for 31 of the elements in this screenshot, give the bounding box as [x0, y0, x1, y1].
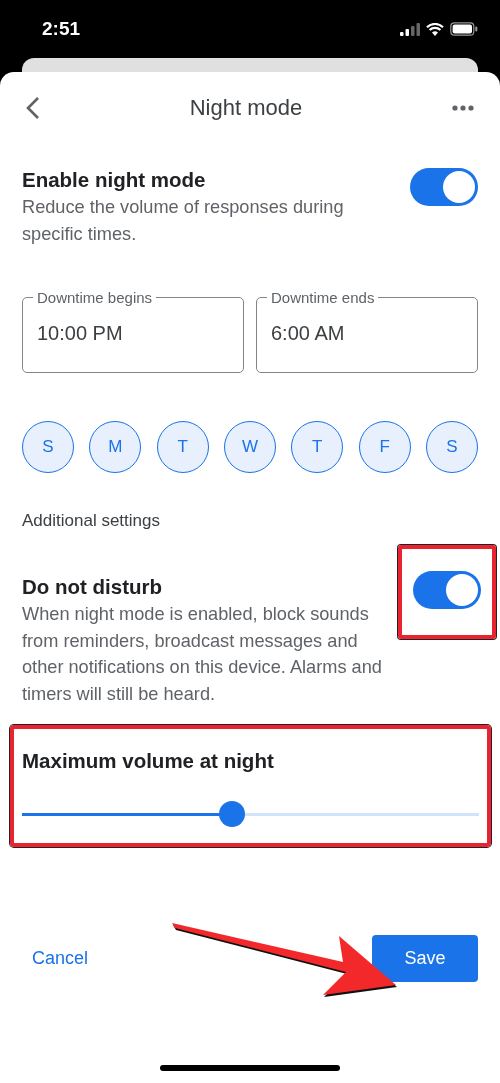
slider-thumb[interactable]: [219, 801, 246, 827]
status-time: 2:51: [42, 18, 81, 40]
field-label: Downtime begins: [36, 289, 154, 306]
toggle-switch[interactable]: [413, 571, 481, 609]
battery-icon: [450, 22, 478, 36]
more-icon: [452, 105, 474, 111]
back-icon: [26, 96, 40, 120]
day-toggle[interactable]: T: [291, 421, 344, 473]
setting-description: When night mode is enabled, block sounds from reminders, broadcast messages and other notifications on this device. Alarms and timers will still be heard.: [22, 603, 383, 706]
save-button[interactable]: Save: [372, 935, 478, 982]
section-heading: Additional settings: [22, 511, 161, 531]
signal-icon: [400, 22, 420, 36]
time-field[interactable]: Downtime begins 10:00 PM: [22, 289, 244, 373]
time-field[interactable]: Downtime ends 6:00 AM: [256, 289, 478, 373]
field-label: Downtime ends: [270, 289, 376, 306]
day-toggle[interactable]: S: [22, 421, 74, 473]
day-toggle[interactable]: M: [89, 421, 142, 473]
toggle-switch[interactable]: [410, 168, 478, 206]
day-toggle[interactable]: S: [425, 421, 478, 473]
setting-title: Enable night mode: [22, 168, 207, 192]
field-value: 6:00 AM: [271, 322, 346, 345]
day-toggle[interactable]: F: [358, 421, 411, 473]
field-value: 10:00 PM: [37, 322, 124, 345]
cancel-button[interactable]: Cancel: [22, 944, 99, 973]
day-toggle[interactable]: T: [156, 421, 209, 473]
setting-description: Reduce the volume of responses during specific times.: [22, 196, 345, 246]
screen-title: Night mode: [189, 95, 303, 121]
setting-title: Maximum volume at night: [22, 749, 275, 773]
day-toggle[interactable]: W: [224, 421, 276, 473]
wifi-icon: [426, 22, 444, 36]
setting-title: Do not disturb: [22, 575, 164, 599]
